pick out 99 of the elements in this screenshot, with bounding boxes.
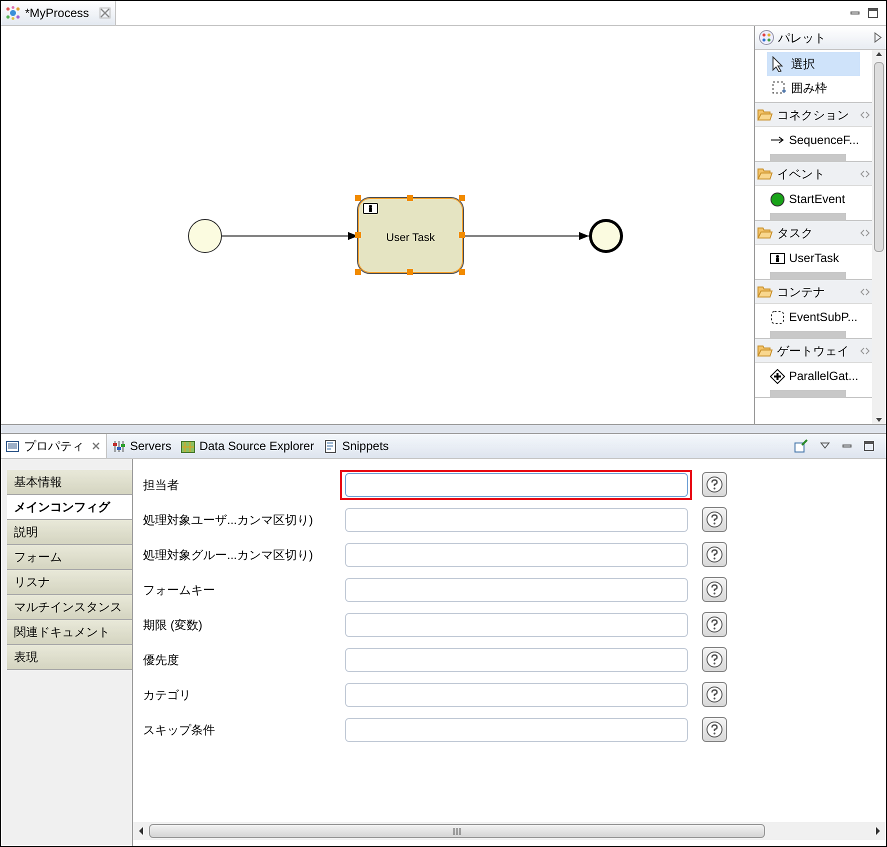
palette-tool[interactable]: 囲み枠 [767, 76, 860, 100]
task-label: User Task [385, 231, 436, 246]
palette-item[interactable]: UserTask [755, 245, 872, 271]
palette-title: パレット [778, 30, 827, 46]
document-icon [324, 440, 338, 452]
help-button[interactable] [702, 507, 727, 532]
palette-item[interactable]: ParallelGat... [755, 363, 872, 389]
editor-tab[interactable]: *MyProcess [1, 1, 116, 25]
view-menu-icon[interactable] [820, 442, 830, 450]
help-button[interactable] [702, 612, 727, 637]
input-field[interactable] [344, 508, 688, 532]
selection-handle[interactable] [355, 195, 361, 201]
section-tab[interactable]: リスナ [7, 570, 132, 595]
collapse-icon[interactable] [860, 170, 870, 178]
help-button[interactable] [702, 542, 727, 567]
folder-icon [757, 167, 773, 180]
input-field[interactable] [344, 718, 688, 742]
collapse-icon[interactable] [860, 110, 870, 118]
field-label: 優先度 [142, 652, 180, 668]
field-label: 処理対象グルー...カンマ区切り) [142, 546, 314, 564]
user-icon [770, 250, 785, 266]
view-tab[interactable]: プロパティ [1, 434, 107, 458]
collapse-icon[interactable] [860, 288, 870, 296]
selection-handle[interactable] [407, 269, 413, 275]
end-event-node [589, 219, 623, 253]
folder-icon [757, 226, 773, 239]
view-tab[interactable]: Servers [107, 434, 176, 458]
scrollbar-thumb[interactable] [874, 62, 884, 252]
list-icon [6, 440, 20, 452]
user-icon [363, 203, 378, 214]
palette-item[interactable]: StartEvent [755, 186, 872, 212]
input-field[interactable] [344, 612, 688, 636]
selection-handle[interactable] [407, 195, 413, 201]
field-label: フォームキー [142, 582, 216, 598]
help-icon [706, 721, 723, 738]
scroll-left-icon[interactable] [137, 826, 145, 836]
field-label: 担当者 [142, 476, 180, 494]
section-tab[interactable]: マルチインスタンス [7, 595, 132, 620]
tab-title: *MyProcess [25, 5, 90, 22]
circle-icon [770, 192, 785, 206]
scrollbar-thumb[interactable] [149, 824, 765, 838]
scroll-right-icon[interactable] [874, 826, 882, 836]
section-tab[interactable]: 基本情報 [7, 470, 132, 495]
field-label: カテゴリ [142, 686, 192, 704]
field-label: 処理対象ユーザ...カンマ区切り) [142, 512, 314, 528]
start-event-node [188, 219, 222, 253]
input-field[interactable] [344, 682, 688, 706]
view-tab[interactable]: Snippets [319, 434, 394, 458]
help-icon [706, 616, 723, 633]
process-icon [5, 6, 21, 20]
selection-handle[interactable] [459, 232, 465, 238]
input-field[interactable] [344, 472, 688, 496]
folder-icon [757, 285, 773, 298]
close-icon[interactable] [91, 441, 101, 451]
help-icon [706, 546, 723, 563]
dashed-box-icon [770, 310, 785, 324]
field-label: スキップ条件 [142, 722, 216, 738]
marquee-icon [771, 80, 787, 96]
field-label: 期限 (変数) [142, 616, 204, 634]
help-button[interactable] [702, 577, 727, 602]
help-button[interactable] [702, 682, 727, 707]
section-tab[interactable]: 関連ドキュメント [7, 620, 132, 645]
help-icon [706, 686, 723, 703]
section-tab[interactable]: フォーム [7, 545, 132, 570]
help-icon [706, 476, 723, 493]
pin-icon[interactable] [794, 439, 808, 453]
folder-icon [757, 344, 773, 357]
input-field[interactable] [344, 578, 688, 602]
collapse-icon[interactable] [860, 346, 870, 354]
gateway-icon [770, 368, 785, 384]
section-tab[interactable]: 説明 [7, 520, 132, 545]
collapse-icon[interactable] [860, 228, 870, 236]
palette-icon [759, 30, 774, 45]
input-field[interactable] [344, 542, 688, 566]
help-button[interactable] [702, 717, 727, 742]
scroll-down-icon[interactable] [875, 416, 883, 424]
folder-icon [757, 108, 773, 121]
palette-item[interactable]: SequenceF... [755, 127, 872, 153]
maximize-icon[interactable] [868, 8, 878, 18]
sliders-icon [112, 440, 126, 452]
selection-handle[interactable] [459, 269, 465, 275]
selection-handle[interactable] [355, 232, 361, 238]
section-tab[interactable]: 表現 [7, 645, 132, 670]
help-button[interactable] [702, 472, 727, 497]
selection-handle[interactable] [355, 269, 361, 275]
help-button[interactable] [702, 647, 727, 672]
palette-tool[interactable]: 選択 [767, 52, 860, 76]
help-icon [706, 511, 723, 528]
selection-handle[interactable] [459, 195, 465, 201]
palette-item[interactable]: EventSubP... [755, 304, 872, 330]
help-icon [706, 581, 723, 598]
expand-icon[interactable] [874, 32, 882, 43]
view-tab[interactable]: Data Source Explorer [176, 434, 320, 458]
map-icon [181, 440, 196, 452]
close-icon[interactable] [99, 7, 112, 19]
help-icon [706, 651, 723, 668]
input-field[interactable] [344, 648, 688, 672]
section-tab[interactable]: メインコンフィグ [7, 495, 132, 520]
maximize-icon[interactable] [864, 441, 874, 451]
